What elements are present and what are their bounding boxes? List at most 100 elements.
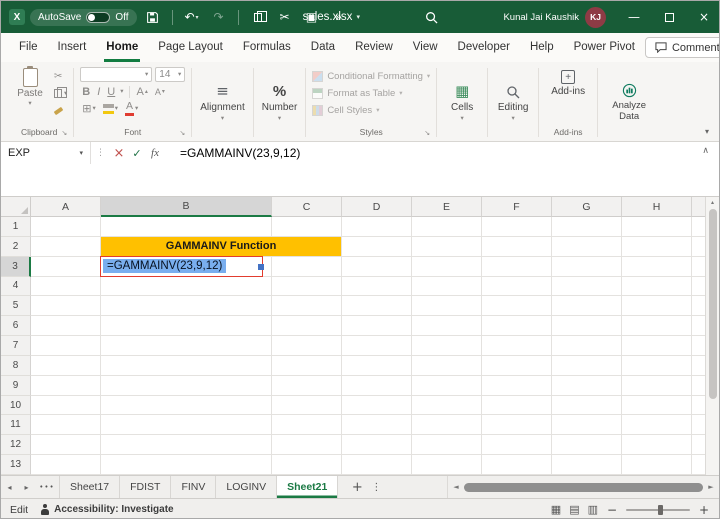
grid-cell[interactable] xyxy=(342,415,412,436)
formula-input[interactable]: =GAMMAINV(23,9,12) xyxy=(180,146,300,160)
zoom-in-button[interactable]: + xyxy=(698,503,710,517)
grid-cell[interactable] xyxy=(272,336,342,356)
grid-cell[interactable] xyxy=(272,435,342,456)
tab-developer[interactable]: Developer xyxy=(448,33,520,62)
cut-button[interactable]: ✂ xyxy=(54,70,67,83)
normal-view-button[interactable]: ▦ xyxy=(551,503,561,516)
grid-cell[interactable] xyxy=(272,316,342,337)
autosave-switch[interactable] xyxy=(86,11,111,23)
scroll-right-arrow[interactable]: ► xyxy=(706,483,716,491)
grid-cell[interactable] xyxy=(622,415,692,436)
grid-cell[interactable] xyxy=(272,276,342,297)
cell-styles-button[interactable]: Cell Styles ▾ xyxy=(312,103,430,117)
row-header-2[interactable]: 2 xyxy=(1,236,31,257)
account-menu[interactable]: Kunal Jai Kaushik KJ xyxy=(503,6,606,28)
number-group-button[interactable]: % Number ▾ xyxy=(256,64,304,141)
page-break-view-button[interactable]: ▥ xyxy=(588,503,598,516)
document-title-area[interactable]: sales.xlsx ▾ xyxy=(303,11,360,23)
cell-B2-merged-title[interactable]: GAMMAINV Function xyxy=(101,236,342,257)
grid-cell[interactable] xyxy=(552,276,622,297)
font-size-select[interactable]: 14 ▾ xyxy=(155,67,186,82)
grid-cell[interactable] xyxy=(622,336,692,356)
grid-cell[interactable] xyxy=(622,276,692,297)
col-header-f[interactable]: F xyxy=(482,197,552,217)
bold-button[interactable]: B xyxy=(80,86,92,98)
grid-cell[interactable] xyxy=(412,217,482,237)
grid-cell[interactable] xyxy=(412,316,482,337)
row-header-8[interactable]: 8 xyxy=(1,355,31,376)
grid-cell[interactable] xyxy=(412,276,482,297)
tab-file[interactable]: File xyxy=(9,33,48,62)
grid-cell[interactable] xyxy=(101,276,272,297)
sheet-nav-right[interactable]: ▸ xyxy=(18,476,35,498)
tab-data[interactable]: Data xyxy=(301,33,345,62)
col-header-b[interactable]: B xyxy=(101,197,272,217)
accessibility-status[interactable]: Accessibility: Investigate xyxy=(40,504,174,515)
grid-cell[interactable] xyxy=(31,455,101,475)
grid-cell[interactable] xyxy=(412,256,482,277)
grid-cell[interactable] xyxy=(272,415,342,436)
grid-cell[interactable] xyxy=(482,217,552,237)
sheet-tab-loginv[interactable]: LOGINV xyxy=(216,476,278,498)
grid-cell[interactable] xyxy=(482,296,552,317)
tab-formulas[interactable]: Formulas xyxy=(233,33,301,62)
scroll-left-arrow[interactable]: ◄ xyxy=(451,483,461,491)
grid-cell[interactable] xyxy=(552,236,622,257)
grid-cell[interactable] xyxy=(31,296,101,317)
grid-cell[interactable] xyxy=(272,375,342,396)
italic-button[interactable]: I xyxy=(95,86,102,98)
grid-cell[interactable] xyxy=(412,296,482,317)
col-header-a[interactable]: A xyxy=(31,197,101,217)
row-header-13[interactable]: 13 xyxy=(1,455,31,475)
grid-cell[interactable] xyxy=(342,355,412,376)
alignment-group-button[interactable]: ≡ Alignment ▾ xyxy=(194,64,250,141)
comments-button[interactable]: Comments xyxy=(644,37,719,58)
tab-home[interactable]: Home xyxy=(96,33,148,62)
collapse-formula-bar-button[interactable]: ∧ xyxy=(702,146,709,156)
undo-button[interactable]: ↶ ▾ xyxy=(181,5,203,29)
grid-cell[interactable] xyxy=(482,276,552,297)
copy-button[interactable]: ▾ xyxy=(54,87,67,100)
grid-cell[interactable] xyxy=(272,256,342,277)
enter-button[interactable]: ✓ xyxy=(128,147,146,160)
grid-cell[interactable] xyxy=(482,256,552,277)
grid-cell[interactable] xyxy=(342,296,412,317)
grid-cell[interactable] xyxy=(31,336,101,356)
grid-cell[interactable] xyxy=(31,236,101,257)
save-button[interactable] xyxy=(142,5,164,29)
grid-cell[interactable] xyxy=(272,296,342,317)
autosave-toggle[interactable]: AutoSave Off xyxy=(30,8,137,26)
row-header-11[interactable]: 11 xyxy=(1,415,31,436)
grid-cell[interactable] xyxy=(101,355,272,376)
grid-cell[interactable] xyxy=(552,336,622,356)
row-header-3[interactable]: 3 xyxy=(1,256,31,277)
cut-button[interactable]: ✂ xyxy=(274,5,296,29)
grid-cell[interactable] xyxy=(272,455,342,475)
row-header-12[interactable]: 12 xyxy=(1,435,31,456)
grid-cell[interactable] xyxy=(342,256,412,277)
grid-cell[interactable] xyxy=(412,236,482,257)
grid-cell[interactable] xyxy=(101,455,272,475)
grid-cell[interactable] xyxy=(342,316,412,337)
cell-mode-indicator[interactable]: Edit xyxy=(10,504,28,516)
minimize-button[interactable]: — xyxy=(619,1,649,33)
cell-B3-editing[interactable]: =GAMMAINV(23,9,12) xyxy=(100,255,272,277)
editing-group-button[interactable]: Editing ▾ xyxy=(490,64,536,141)
borders-button[interactable]: ⊞ ▾ xyxy=(80,102,97,115)
grid-cell[interactable] xyxy=(31,415,101,436)
grid-cell[interactable] xyxy=(552,415,622,436)
row-header-5[interactable]: 5 xyxy=(1,296,31,317)
grid-cell[interactable] xyxy=(552,395,622,416)
conditional-formatting-button[interactable]: Conditional Formatting ▾ xyxy=(312,69,430,83)
excel-app-icon[interactable]: X xyxy=(9,9,25,25)
grid-cell[interactable] xyxy=(482,455,552,475)
tab-power-pivot[interactable]: Power Pivot xyxy=(564,33,645,62)
name-box[interactable]: EXP ▾ xyxy=(1,142,91,164)
shrink-font-button[interactable]: A ▾ xyxy=(153,87,167,97)
styles-dialog-launcher[interactable]: ↘ xyxy=(424,129,430,137)
grid-cell[interactable] xyxy=(342,336,412,356)
row-header-1[interactable]: 1 xyxy=(1,217,31,237)
sheet-overflow-button[interactable]: ••• xyxy=(35,476,59,498)
cancel-entry-button[interactable]: × xyxy=(110,146,128,161)
maximize-button[interactable] xyxy=(654,1,684,33)
